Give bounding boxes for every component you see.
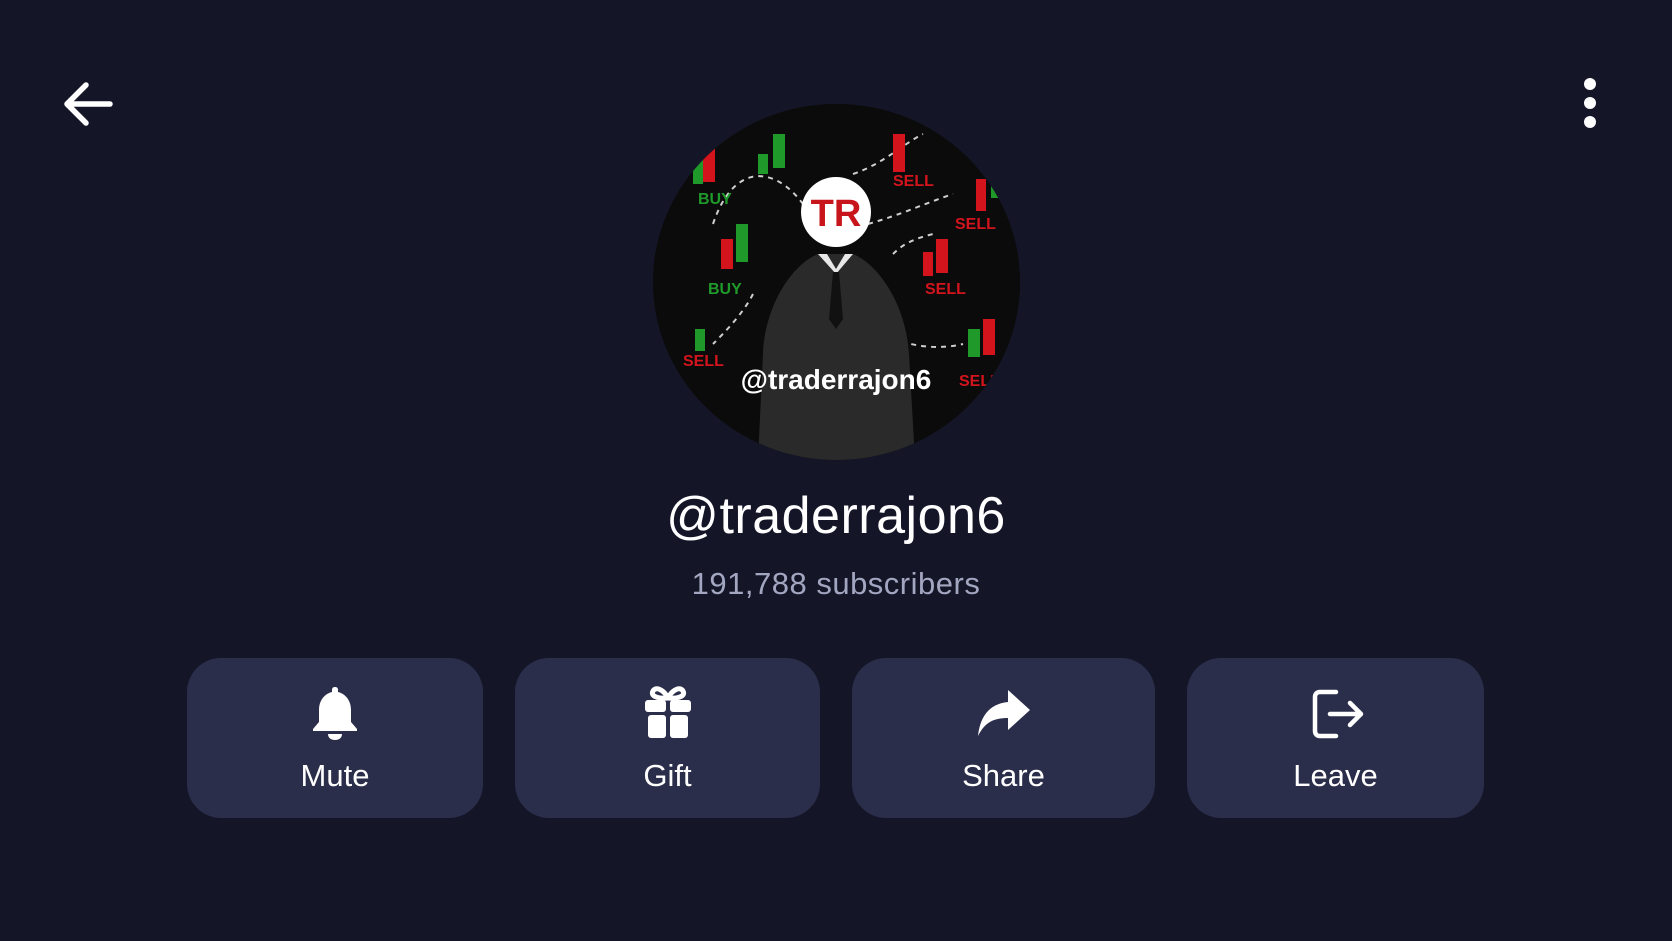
bell-icon xyxy=(313,687,357,740)
logout-icon xyxy=(1312,689,1363,739)
avatar-label-sell-3: SELL xyxy=(925,281,966,298)
more-options-button[interactable] xyxy=(1568,74,1612,134)
more-vertical-icon xyxy=(1584,78,1596,128)
avatar-label-sell-1: SELL xyxy=(893,173,934,190)
mute-label: Mute xyxy=(300,758,370,793)
arrow-left-icon xyxy=(64,82,113,126)
back-button[interactable] xyxy=(58,74,118,134)
avatar-label-buy-1: BUY xyxy=(698,191,732,208)
leave-label: Leave xyxy=(1293,758,1378,793)
channel-name: @traderrajon6 xyxy=(666,487,1006,545)
channel-avatar[interactable]: BUY BUY SELL SELL SELL SELL SELL TR @tra… xyxy=(653,104,1020,460)
gift-label: Gift xyxy=(643,758,692,793)
avatar-label-sell-4: SELL xyxy=(683,353,724,370)
avatar-label-buy-2: BUY xyxy=(708,281,742,298)
avatar-initials: TR xyxy=(811,193,862,235)
share-arrow-icon xyxy=(977,690,1030,736)
gift-button[interactable]: Gift xyxy=(515,658,820,818)
subscriber-count: 191,788 subscribers xyxy=(691,566,981,601)
avatar-handle: @traderrajon6 xyxy=(741,364,932,395)
avatar-label-sell-2: SELL xyxy=(955,216,996,233)
share-button[interactable]: Share xyxy=(852,658,1155,818)
action-bar: Mute Gift Share Leave xyxy=(0,658,1672,818)
gift-icon xyxy=(644,686,691,738)
avatar-label-sell-5: SELL xyxy=(959,373,1000,390)
mute-button[interactable]: Mute xyxy=(187,658,483,818)
share-label: Share xyxy=(962,758,1045,793)
leave-button[interactable]: Leave xyxy=(1187,658,1484,818)
channel-profile-screen: BUY BUY SELL SELL SELL SELL SELL TR @tra… xyxy=(0,0,1672,941)
